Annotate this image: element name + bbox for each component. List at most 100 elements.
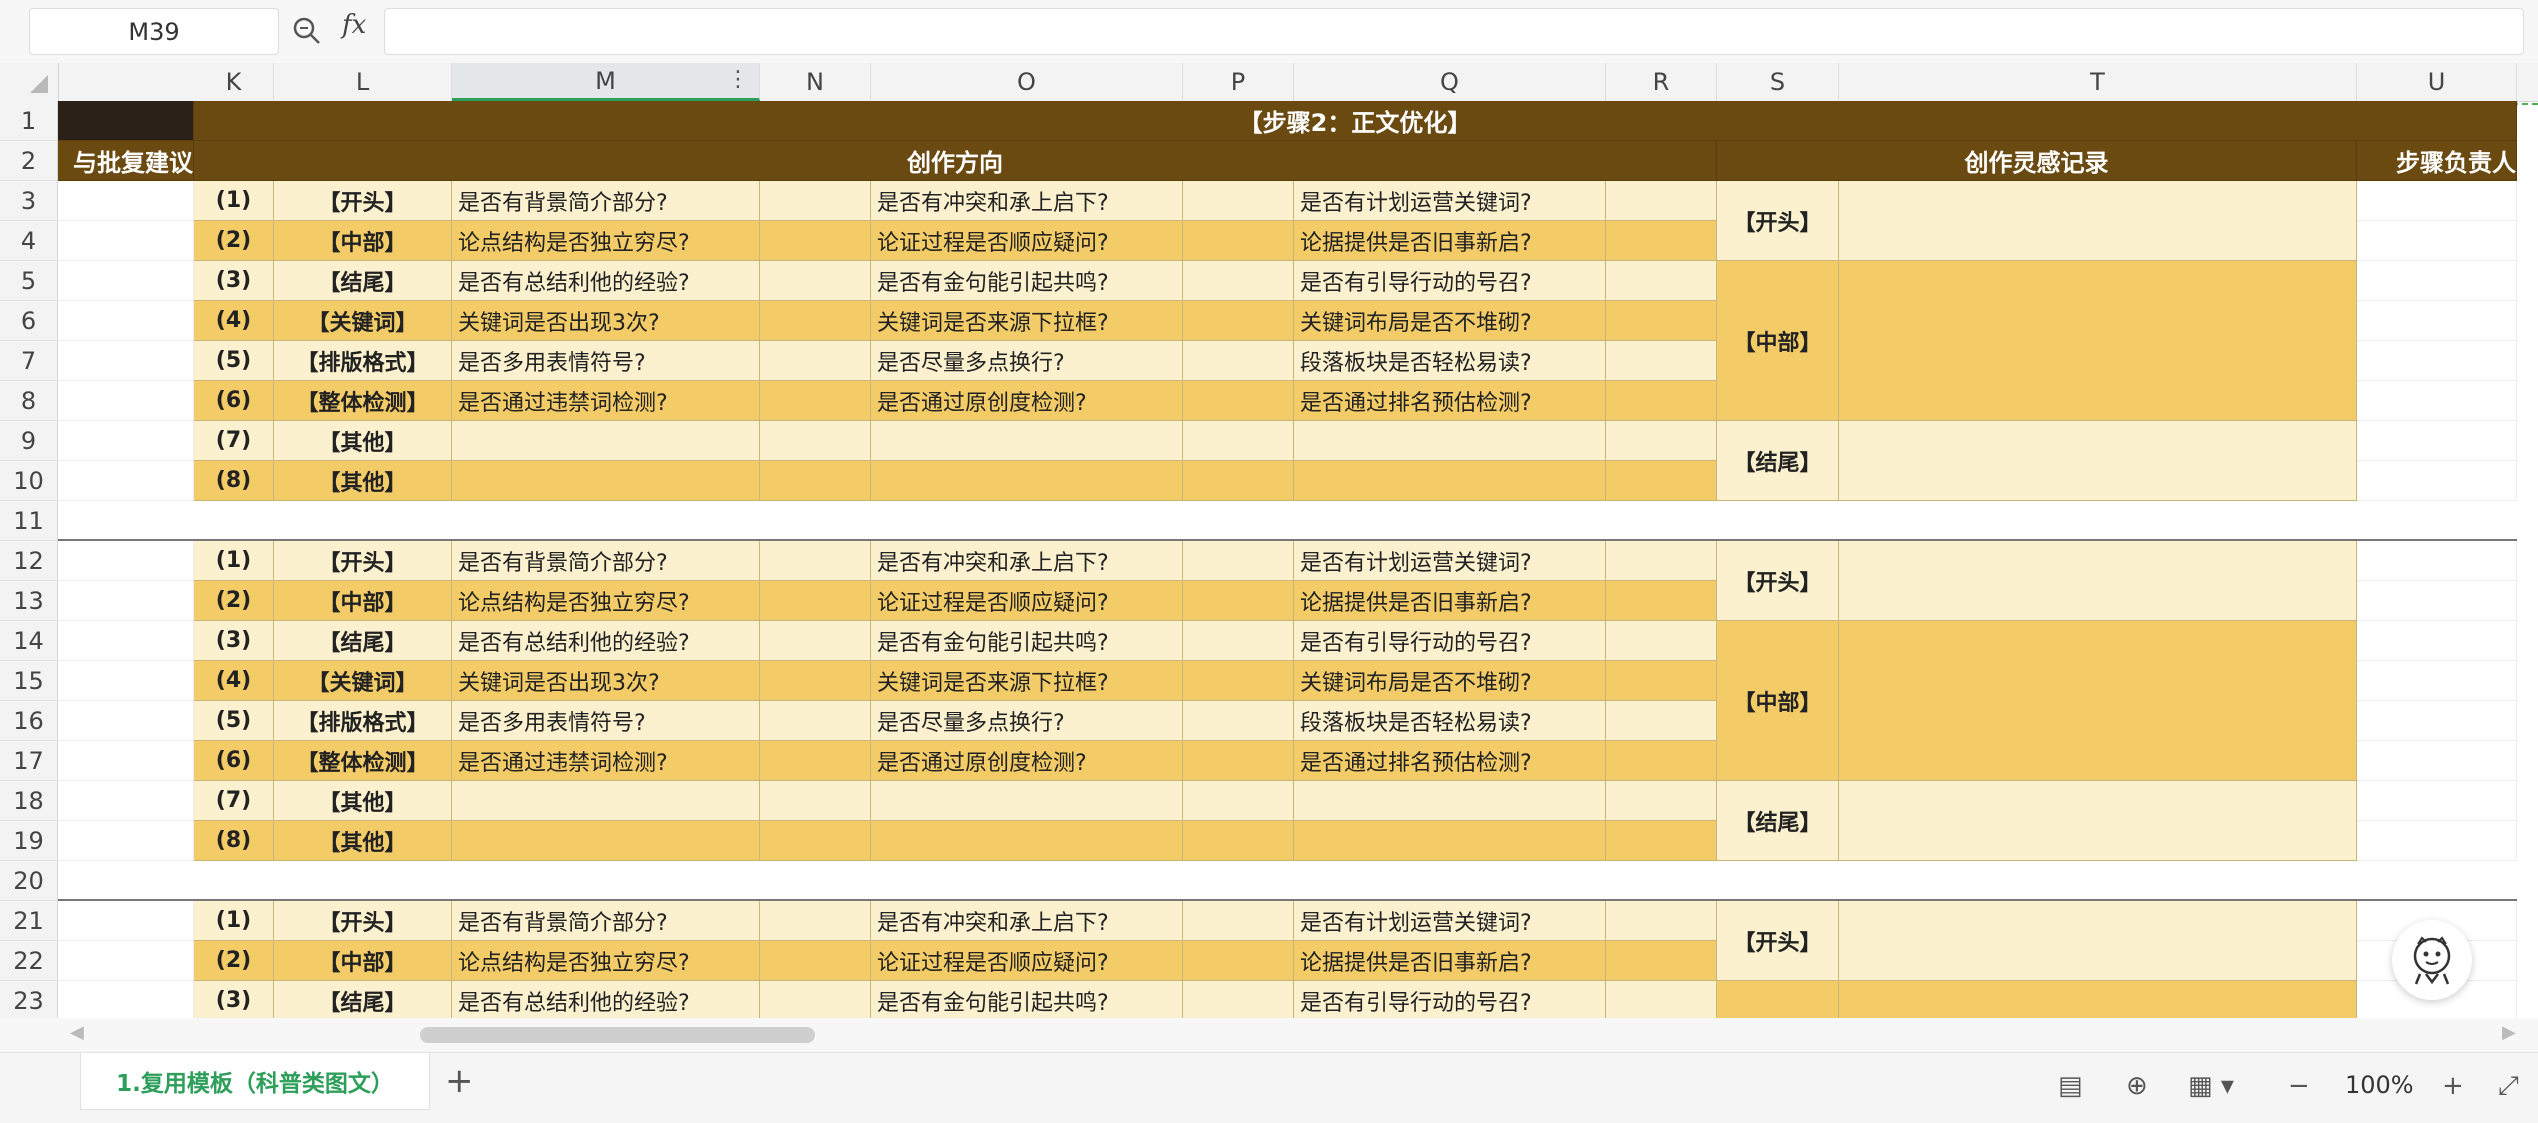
item-part[interactable]: 【其他】 bbox=[274, 781, 452, 821]
blank-cell[interactable] bbox=[1606, 381, 1717, 421]
question-3[interactable]: 是否有计划运营关键词? bbox=[1294, 541, 1606, 581]
owner-cell[interactable] bbox=[2357, 541, 2517, 581]
blank-cell[interactable] bbox=[760, 741, 871, 781]
column-header-p[interactable]: P bbox=[1183, 63, 1294, 101]
column-header-m[interactable]: M ⋮ bbox=[452, 63, 760, 101]
review-cell[interactable] bbox=[58, 381, 194, 421]
question-3[interactable]: 是否有计划运营关键词? bbox=[1294, 181, 1606, 221]
review-cell[interactable] bbox=[58, 981, 194, 1018]
blank-cell[interactable] bbox=[760, 781, 871, 821]
blank-cell[interactable] bbox=[1606, 341, 1717, 381]
review-cell[interactable] bbox=[58, 741, 194, 781]
owner-cell[interactable] bbox=[2357, 821, 2517, 861]
inspiration-note-end[interactable] bbox=[1839, 781, 2357, 861]
blank-cell[interactable] bbox=[760, 581, 871, 621]
question-3[interactable]: 论据提供是否旧事新启? bbox=[1294, 941, 1606, 981]
blank-cell[interactable] bbox=[1606, 621, 1717, 661]
blank-cell[interactable] bbox=[1606, 181, 1717, 221]
blank-cell[interactable] bbox=[760, 181, 871, 221]
column-header-n[interactable]: N bbox=[760, 63, 871, 101]
review-cell[interactable] bbox=[58, 461, 194, 501]
column-header-l[interactable]: L bbox=[274, 63, 452, 101]
inspiration-note-open[interactable] bbox=[1839, 901, 2357, 981]
question-2[interactable]: 是否有冲突和承上启下? bbox=[871, 541, 1183, 581]
question-2[interactable]: 是否有金句能引起共鸣? bbox=[871, 261, 1183, 301]
blank-cell[interactable] bbox=[1183, 541, 1294, 581]
blank-cell[interactable] bbox=[1183, 461, 1294, 501]
question-3[interactable]: 是否有引导行动的号召? bbox=[1294, 981, 1606, 1018]
blank-cell[interactable] bbox=[1183, 821, 1294, 861]
item-part[interactable]: 【开头】 bbox=[274, 901, 452, 941]
section-label-open[interactable]: 【开头】 bbox=[1717, 181, 1839, 261]
question-1[interactable]: 关键词是否出现3次? bbox=[452, 301, 760, 341]
blank-cell[interactable] bbox=[1183, 421, 1294, 461]
question-1[interactable]: 是否有总结利他的经验? bbox=[452, 261, 760, 301]
item-number[interactable]: (8) bbox=[194, 461, 274, 501]
blank-cell[interactable] bbox=[760, 541, 871, 581]
inspiration-note-end[interactable] bbox=[1839, 421, 2357, 501]
item-part[interactable]: 【关键词】 bbox=[274, 661, 452, 701]
row-header-13[interactable]: 13 bbox=[0, 581, 58, 621]
item-number[interactable]: (7) bbox=[194, 421, 274, 461]
web-share-icon[interactable]: ⊕ bbox=[2126, 1071, 2148, 1101]
owner-cell[interactable] bbox=[2357, 701, 2517, 741]
item-number[interactable]: (5) bbox=[194, 341, 274, 381]
question-1[interactable]: 是否有背景简介部分? bbox=[452, 541, 760, 581]
item-part[interactable]: 【其他】 bbox=[274, 821, 452, 861]
row-header-4[interactable]: 4 bbox=[0, 221, 58, 261]
blank-cell[interactable] bbox=[760, 421, 871, 461]
row-header-3[interactable]: 3 bbox=[0, 181, 58, 221]
blank-cell[interactable] bbox=[760, 821, 871, 861]
question-1[interactable]: 关键词是否出现3次? bbox=[452, 661, 760, 701]
formula-input[interactable] bbox=[384, 8, 2524, 55]
question-2[interactable]: 是否有金句能引起共鸣? bbox=[871, 621, 1183, 661]
review-cell[interactable] bbox=[58, 421, 194, 461]
row-header-2[interactable]: 2 bbox=[0, 141, 58, 181]
item-part[interactable]: 【结尾】 bbox=[274, 981, 452, 1018]
row-header-7[interactable]: 7 bbox=[0, 341, 58, 381]
row-header-18[interactable]: 18 bbox=[0, 781, 58, 821]
item-part[interactable]: 【中部】 bbox=[274, 221, 452, 261]
item-number[interactable]: (2) bbox=[194, 581, 274, 621]
question-3[interactable]: 段落板块是否轻松易读? bbox=[1294, 701, 1606, 741]
blank-cell[interactable] bbox=[760, 461, 871, 501]
question-2[interactable]: 是否尽量多点换行? bbox=[871, 701, 1183, 741]
question-2[interactable]: 论证过程是否顺应疑问? bbox=[871, 221, 1183, 261]
blank-cell[interactable] bbox=[760, 981, 871, 1018]
owner-cell[interactable] bbox=[2357, 621, 2517, 661]
blank-cell[interactable] bbox=[1606, 261, 1717, 301]
item-part[interactable]: 【其他】 bbox=[274, 461, 452, 501]
blank-cell[interactable] bbox=[760, 301, 871, 341]
blank-cell[interactable] bbox=[1606, 821, 1717, 861]
column-header-t[interactable]: T bbox=[1839, 63, 2357, 101]
review-cell[interactable] bbox=[58, 181, 194, 221]
row-header-23[interactable]: 23 bbox=[0, 981, 58, 1018]
blank-cell[interactable] bbox=[1183, 581, 1294, 621]
row-header-22[interactable]: 22 bbox=[0, 941, 58, 981]
item-number[interactable]: (2) bbox=[194, 941, 274, 981]
owner-cell[interactable] bbox=[2357, 741, 2517, 781]
row-header-9[interactable]: 9 bbox=[0, 421, 58, 461]
row-header-19[interactable]: 19 bbox=[0, 821, 58, 861]
item-number[interactable]: (2) bbox=[194, 221, 274, 261]
step-owner-header[interactable]: 步骤负责人 bbox=[2357, 141, 2517, 181]
row-header-21[interactable]: 21 bbox=[0, 901, 58, 941]
protect-sheet-icon[interactable]: ▤ bbox=[2058, 1071, 2083, 1101]
item-number[interactable]: (4) bbox=[194, 661, 274, 701]
item-part[interactable]: 【结尾】 bbox=[274, 261, 452, 301]
zoom-in-icon[interactable]: + bbox=[2442, 1071, 2464, 1101]
blank-cell[interactable] bbox=[1183, 261, 1294, 301]
column-header-s[interactable]: S bbox=[1717, 63, 1839, 101]
item-part[interactable]: 【结尾】 bbox=[274, 621, 452, 661]
blank-cell[interactable] bbox=[1606, 741, 1717, 781]
question-2[interactable]: 是否有冲突和承上启下? bbox=[871, 901, 1183, 941]
scroll-left-icon[interactable]: ◀ bbox=[70, 1022, 84, 1043]
row-header-10[interactable]: 10 bbox=[0, 461, 58, 501]
question-3[interactable]: 关键词布局是否不堆砌? bbox=[1294, 301, 1606, 341]
question-3[interactable] bbox=[1294, 781, 1606, 821]
review-cell[interactable] bbox=[58, 821, 194, 861]
blank-cell[interactable] bbox=[1183, 701, 1294, 741]
row-header-15[interactable]: 15 bbox=[0, 661, 58, 701]
question-1[interactable]: 是否多用表情符号? bbox=[452, 341, 760, 381]
row-header-5[interactable]: 5 bbox=[0, 261, 58, 301]
